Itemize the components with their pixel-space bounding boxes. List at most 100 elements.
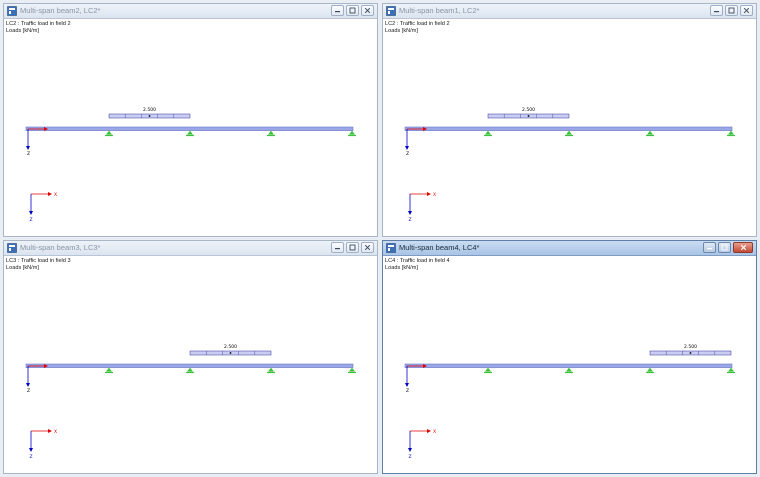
graphics-area[interactable]: LC2 : Traffic load in field 2 Loads [kN/… [383,20,756,236]
support-base [646,134,654,137]
x-axis-label: X [433,192,436,198]
rfem-window-icon [386,243,396,253]
window-titlebar[interactable]: Multi-span beam3, LC3* [4,241,377,256]
node-local-axes: Z [26,364,48,394]
close-icon [740,244,747,251]
beam[interactable] [404,126,733,131]
load-block[interactable]: 2.500 [649,344,732,356]
window-title: Multi-span beam4, LC4* [399,243,480,252]
window-title: Multi-span beam3, LC3* [20,243,101,252]
rfem-window-icon [7,243,17,253]
beam[interactable] [25,126,354,131]
load-block[interactable]: 2.500 [108,107,191,119]
structure-drawing: 2.500 Z X Z [25,344,356,460]
support-base [484,134,492,137]
support-base [348,134,356,137]
graphics-area[interactable]: LC2 : Traffic load in field 2 Loads [kN/… [4,20,377,236]
z-axis-label: Z [27,388,30,394]
view-window-3[interactable]: Multi-span beam3, LC3* LC3 : Traffic loa… [3,240,378,474]
close-button[interactable] [361,242,374,253]
global-coordinate-axes: X Z [408,192,436,223]
global-coordinate-axes: X Z [29,429,57,460]
z-axis-label: Z [406,388,409,394]
support-base [484,371,492,374]
minimize-button[interactable] [331,242,344,253]
close-button[interactable] [361,5,374,16]
window-titlebar[interactable]: Multi-span beam4, LC4* [383,241,756,256]
rfem-window-icon [386,6,396,16]
support-hinge [187,367,193,372]
global-coordinate-axes: X Z [408,429,436,460]
support-hinge [485,367,491,372]
close-icon [743,7,750,14]
restore-button[interactable] [725,5,738,16]
minimize-button[interactable] [710,5,723,16]
support-base [565,371,573,374]
load-value-label: 2.500 [224,344,237,350]
restore-button[interactable] [346,5,359,16]
window-title: Multi-span beam2, LC2* [20,6,101,15]
view-window-4[interactable]: Multi-span beam4, LC4* LC4 : Traffic loa… [382,240,757,474]
support-hinge [566,130,572,135]
load-value-label: 2.500 [522,107,535,113]
restore-icon [721,244,728,251]
minimize-button[interactable] [703,242,716,253]
support-base [267,134,275,137]
support-hinge [728,130,734,135]
z-axis-label: Z [409,217,412,223]
global-coordinate-axes: X Z [29,192,57,223]
support-hinge [268,367,274,372]
support-hinge [566,367,572,372]
support-base [727,371,735,374]
window-titlebar[interactable]: Multi-span beam2, LC2* [4,4,377,19]
support-base [105,134,113,137]
structure-drawing: 2.500 Z X Z [404,344,735,460]
rfem-window-icon [7,6,17,16]
node-local-axes: Z [405,364,427,394]
beam[interactable] [404,363,733,368]
support-hinge [106,367,112,372]
beam[interactable] [25,363,354,368]
support-hinge [647,130,653,135]
minimize-icon [335,11,340,13]
node-local-axes: Z [26,127,48,157]
minimize-icon [335,248,340,250]
close-button[interactable] [740,5,753,16]
close-button[interactable] [733,242,753,253]
support-hinge [647,367,653,372]
support-base [105,371,113,374]
z-axis-label: Z [409,454,412,460]
support-base [267,371,275,374]
support-base [348,371,356,374]
restore-icon [728,7,735,14]
load-marker [527,115,530,117]
z-axis-label: Z [30,217,33,223]
view-window-2[interactable]: Multi-span beam1, LC2* LC2 : Traffic loa… [382,3,757,237]
support-hinge [728,367,734,372]
minimize-icon [707,248,712,250]
load-value-label: 2.500 [684,344,697,350]
support-hinge [349,130,355,135]
restore-button[interactable] [718,242,731,253]
graphics-area[interactable]: LC3 : Traffic load in field 3 Loads [kN/… [4,257,377,473]
close-icon [364,7,371,14]
load-block[interactable]: 2.500 [487,107,570,119]
z-axis-label: Z [27,151,30,157]
support-hinge [349,367,355,372]
node-local-axes: Z [405,127,427,157]
window-titlebar[interactable]: Multi-span beam1, LC2* [383,4,756,19]
support-base [186,134,194,137]
restore-icon [349,7,356,14]
support-base [646,371,654,374]
minimize-icon [714,11,719,13]
z-axis-label: Z [30,454,33,460]
x-axis-label: X [54,429,57,435]
minimize-button[interactable] [331,5,344,16]
view-window-1[interactable]: Multi-span beam2, LC2* LC2 : Traffic loa… [3,3,378,237]
support-base [565,134,573,137]
x-axis-label: X [54,192,57,198]
restore-button[interactable] [346,242,359,253]
load-block[interactable]: 2.500 [189,344,272,356]
graphics-area[interactable]: LC4 : Traffic load in field 4 Loads [kN/… [383,257,756,473]
support-hinge [268,130,274,135]
